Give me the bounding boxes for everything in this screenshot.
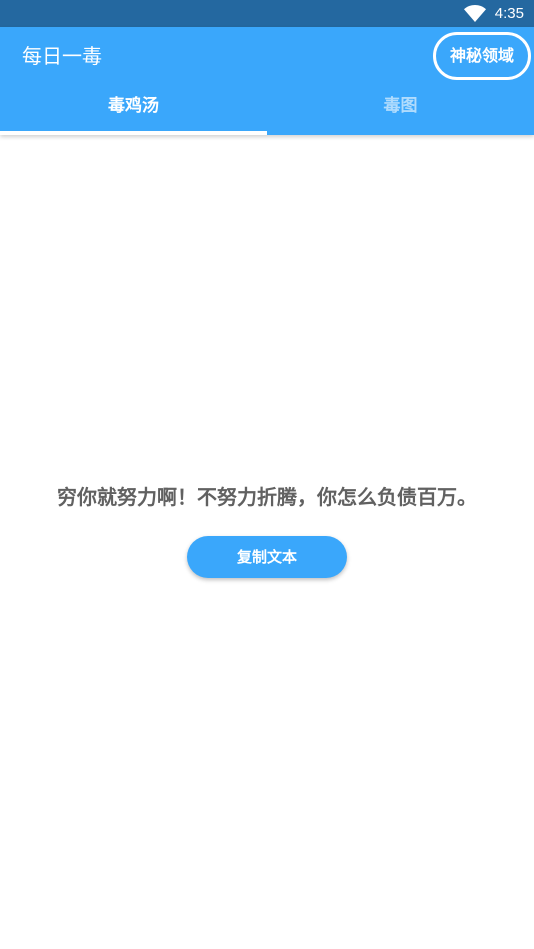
status-bar: 4:35 <box>0 0 534 27</box>
wifi-icon <box>464 5 486 22</box>
app-bar: 每日一毒 神秘领域 毒鸡汤 毒图 <box>0 27 534 135</box>
tab-poison-image[interactable]: 毒图 <box>267 83 534 135</box>
mystery-area-button[interactable]: 神秘领域 <box>433 32 531 80</box>
quote-text: 穷你就努力啊！不努力折腾，你怎么负债百万。 <box>57 485 477 509</box>
status-time: 4:35 <box>494 5 524 22</box>
tab-bar: 毒鸡汤 毒图 <box>0 83 534 135</box>
content-area: 穷你就努力啊！不努力折腾，你怎么负债百万。 复制文本 <box>0 135 534 949</box>
tab-poison-soup[interactable]: 毒鸡汤 <box>0 83 267 135</box>
copy-text-button[interactable]: 复制文本 <box>187 536 347 578</box>
app-screen: 4:35 每日一毒 神秘领域 毒鸡汤 毒图 穷你就努力啊！不努力折腾，你怎么负债… <box>0 0 534 949</box>
app-title: 每日一毒 <box>22 44 102 68</box>
